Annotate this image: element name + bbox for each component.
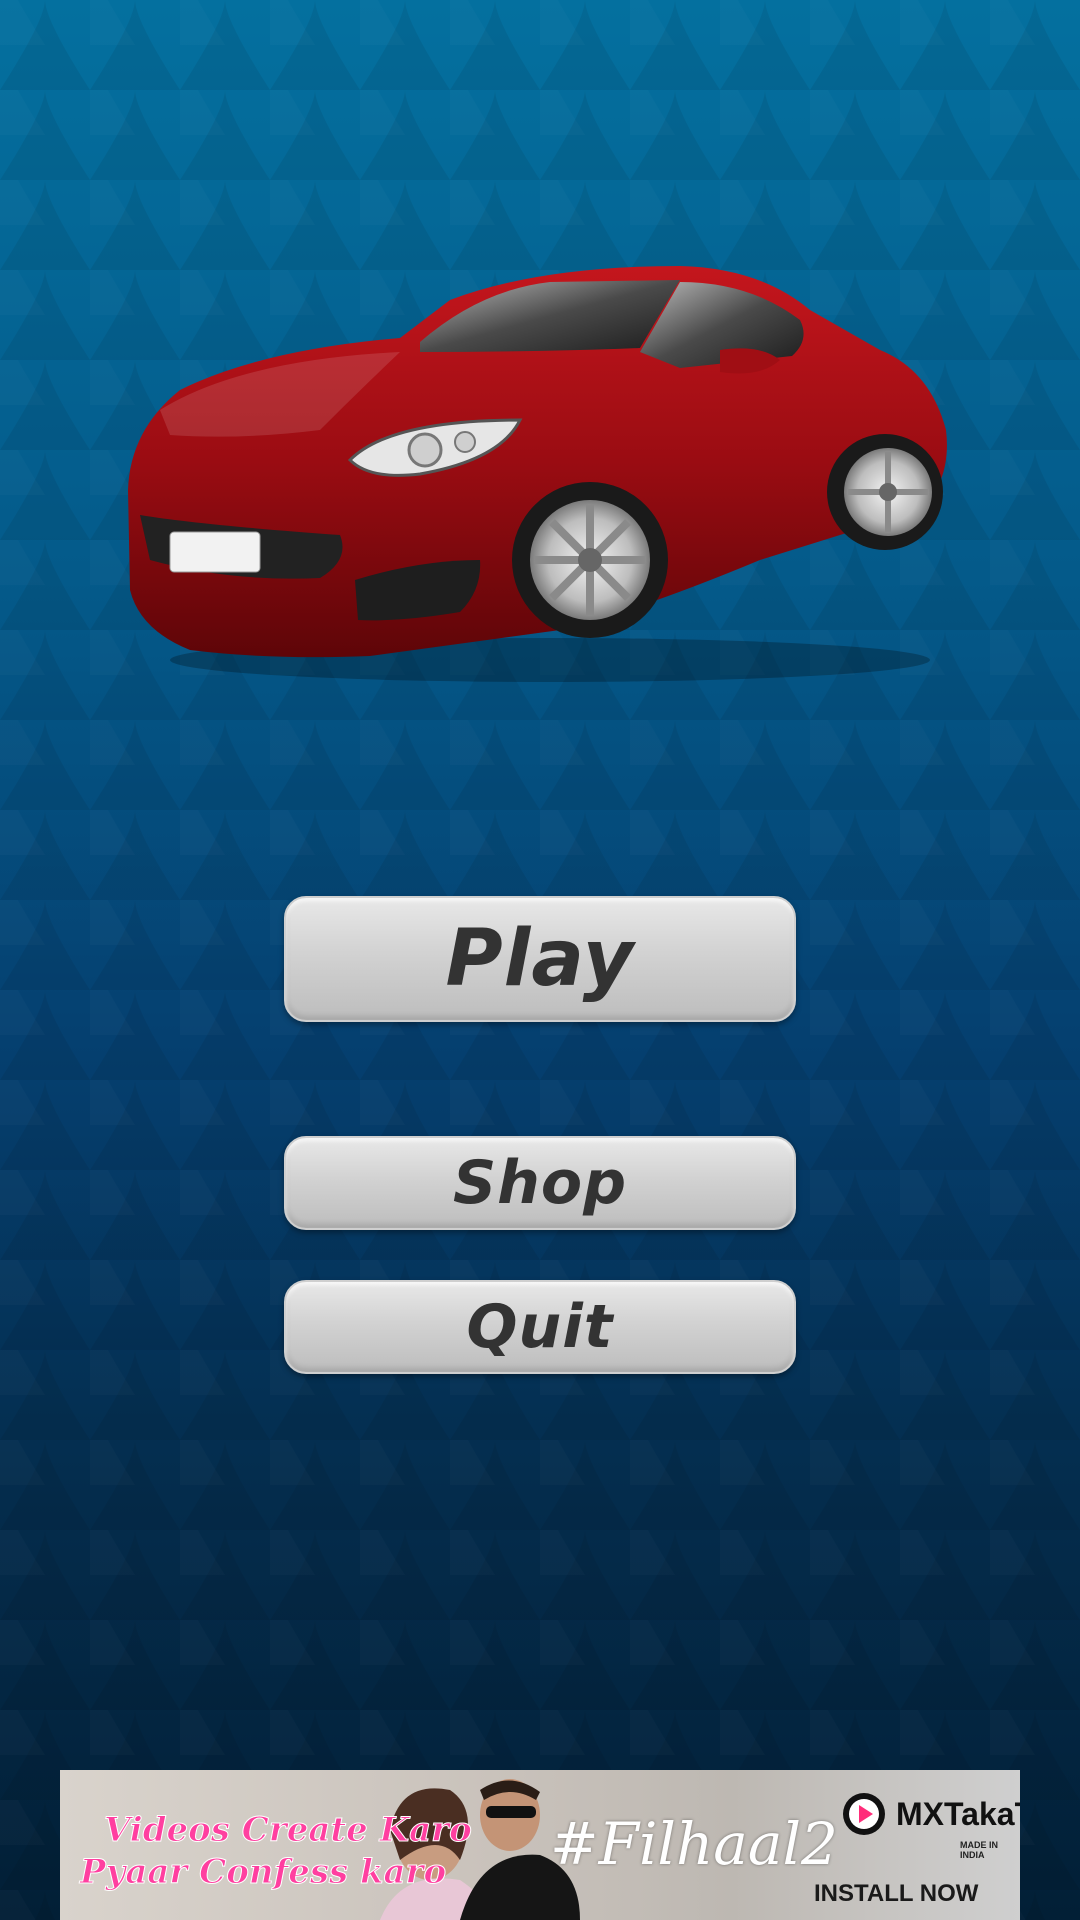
ad-tagline-line1: Videos Create Karo	[104, 1810, 473, 1851]
ad-brand: MXTakaTak	[840, 1790, 1020, 1838]
shop-button-label: Shop	[452, 1148, 628, 1218]
ad-hashtag: #Filhaal2	[550, 1810, 838, 1878]
ad-banner[interactable]: Videos Create Karo Pyaar Confess karo #F…	[60, 1770, 1020, 1920]
play-circle-icon	[843, 1793, 885, 1835]
shop-button[interactable]: Shop	[284, 1136, 796, 1230]
red-sports-car-icon	[128, 266, 947, 682]
quit-button[interactable]: Quit	[284, 1280, 796, 1374]
play-button[interactable]: Play	[284, 896, 796, 1022]
quit-button-label: Quit	[466, 1292, 614, 1362]
ad-install-button[interactable]: INSTALL NOW	[814, 1880, 978, 1908]
ad-brand-name: MXTakaTak	[896, 1795, 1020, 1832]
play-button-label: Play	[445, 914, 635, 1004]
ad-tagline-line2: Pyaar Confess karo	[79, 1852, 447, 1893]
ad-made-in-label: MADE IN INDIA	[960, 1840, 998, 1860]
